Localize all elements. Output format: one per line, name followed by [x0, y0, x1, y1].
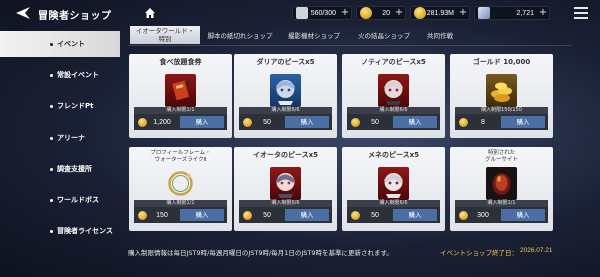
price-bar: 300 購入 [455, 207, 548, 223]
gold-coin-icon [360, 7, 372, 19]
character-piece-icon [270, 74, 301, 107]
top-bar: 冒険者ショップ 560/300 + 20 + 281.93M + 2,721 + [0, 0, 600, 28]
add-gold-button[interactable]: + [457, 7, 469, 19]
tab-divider [128, 45, 572, 46]
gem-counter: 2,721 + [474, 6, 550, 20]
buy-button[interactable]: 購入 [285, 209, 329, 221]
character-piece-icon [270, 167, 301, 200]
gold-coin-icon [459, 117, 468, 127]
character-piece-icon [378, 74, 409, 107]
shop-end-label: イベントショップ終了日： [440, 249, 518, 257]
tab-iota-world-special[interactable]: イオータワールド・ 特別 [130, 26, 200, 44]
character-piece-icon [378, 167, 409, 200]
hamburger-menu-icon[interactable] [574, 7, 588, 19]
add-gem-button[interactable]: + [537, 7, 549, 19]
shop-item-card[interactable]: メネのピースx5 購入制限6/6 50 購入 [342, 147, 445, 231]
buy-button[interactable]: 購入 [180, 116, 224, 128]
stamina-counter: 560/300 + [292, 6, 352, 20]
stamina-icon [296, 7, 308, 19]
buy-button[interactable]: 購入 [501, 116, 545, 128]
price-bar: 50 購入 [239, 207, 332, 223]
shop-item-card[interactable]: 特別された グルーサイト 購入制限1/1 300 購入 [450, 147, 553, 231]
buy-button[interactable]: 購入 [393, 209, 437, 221]
gold-coin-icon [414, 7, 426, 19]
sidebar: イベント 常設イベント フレンドPt アリーナ 調査支援所 ワールドボス 冒険者… [0, 31, 120, 246]
buy-button[interactable]: 購入 [180, 209, 224, 221]
food-ticket-icon [165, 74, 196, 107]
profile-frame-icon [165, 167, 196, 200]
sidebar-item-research-support[interactable]: 調査支援所 [0, 156, 120, 182]
sidebar-item-permanent-event[interactable]: 常設イベント [0, 62, 120, 88]
home-icon[interactable] [144, 7, 156, 19]
tab-fire-crystal-shop[interactable]: 火の結晶ショップ [352, 30, 416, 43]
gold-coin-icon [459, 210, 468, 220]
shop-item-card[interactable]: ゴールド 10,000 購入制限150/150 8 購入 [450, 54, 553, 138]
sidebar-item-event[interactable]: イベント [0, 31, 120, 57]
sidebar-item-world-boss[interactable]: ワールドボス [0, 187, 120, 213]
price-bar: 50 購入 [347, 114, 440, 130]
sidebar-item-adventurer-license[interactable]: 冒険者ライセンス [0, 218, 120, 244]
add-coin-button[interactable]: + [393, 7, 405, 19]
tab-script-shop[interactable]: 脚本の紙切れショップ [200, 30, 280, 43]
sidebar-item-friend-pt[interactable]: フレンドPt [0, 93, 120, 119]
gold-coin-icon [351, 210, 360, 220]
price-bar: 1,200 購入 [134, 114, 227, 130]
price-bar: 150 購入 [134, 207, 227, 223]
price-bar: 8 購入 [455, 114, 548, 130]
gold-coin-icon [138, 117, 147, 127]
tab-joint-operation[interactable]: 共同作戦 [420, 30, 460, 43]
gem-icon [478, 7, 490, 19]
tab-camera-shop[interactable]: 撮影機材ショップ [283, 30, 345, 43]
gold-coin-icon [351, 117, 360, 127]
shop-item-card[interactable]: ダリアのピースx5 購入制限6/6 50 購入 [234, 54, 337, 138]
gold-coin-icon [138, 210, 147, 220]
shop-item-card[interactable]: ノティアのピースx5 購入制限6/6 50 購入 [342, 54, 445, 138]
buy-button[interactable]: 購入 [501, 209, 545, 221]
add-stamina-button[interactable]: + [339, 7, 351, 19]
coin-counter: 20 + [356, 6, 406, 20]
price-bar: 50 購入 [239, 114, 332, 130]
red-gem-icon [486, 167, 517, 200]
shop-item-card[interactable]: 食べ放題食券 購入制限1/1 1,200 購入 [129, 54, 232, 138]
gold-counter: 281.93M + [410, 6, 470, 20]
buy-button[interactable]: 購入 [393, 116, 437, 128]
gold-pile-icon [486, 74, 517, 107]
buy-button[interactable]: 購入 [285, 116, 329, 128]
shop-end-date: 2026.07.21 [520, 247, 553, 254]
back-arrow-icon[interactable] [14, 5, 32, 21]
shop-item-card[interactable]: イオータのピースx5 購入制限6/6 50 購入 [234, 147, 337, 231]
sidebar-item-arena[interactable]: アリーナ [0, 125, 120, 151]
gold-coin-icon [243, 210, 252, 220]
price-bar: 50 購入 [347, 207, 440, 223]
shop-item-card[interactable]: プロフィールフレーム・ ウォーターズライクⅡ 購入制限1/1 150 購入 [129, 147, 232, 231]
page-title: 冒険者ショップ [38, 11, 112, 22]
gold-coin-icon [243, 117, 252, 127]
reset-info-note: 購入制限情報は毎日JST9時/毎週月曜日のJST9時/毎月1日のJST9時を基準… [128, 249, 393, 257]
